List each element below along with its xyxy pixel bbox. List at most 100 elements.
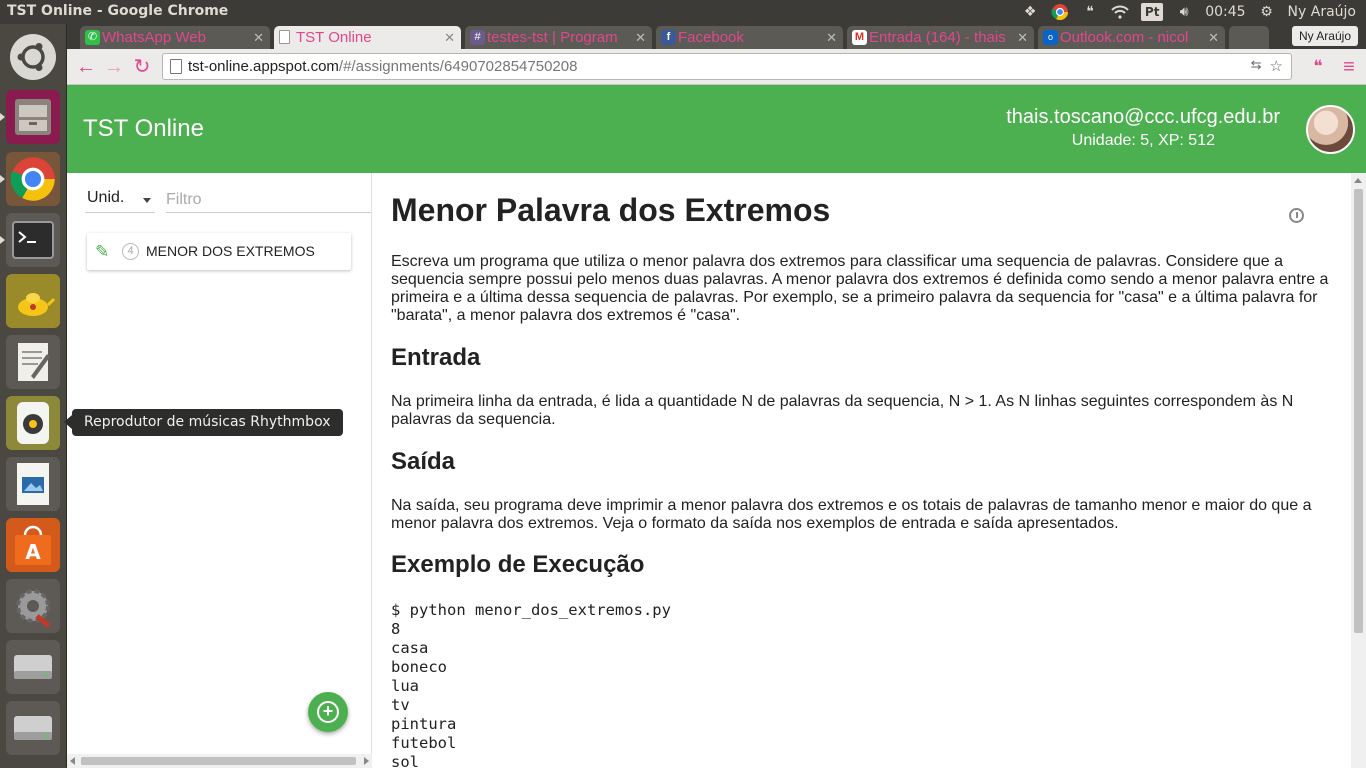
system-top-panel: TST Online - Google Chrome ❖ ❝ Pt 🔊︎ 00:… (0, 0, 1366, 24)
scroll-left-arrow-icon[interactable] (70, 757, 75, 765)
sidebar-horizontal-scrollbar[interactable] (67, 754, 372, 768)
drive-icon[interactable] (6, 640, 60, 694)
close-tab-icon[interactable]: ✕ (826, 26, 837, 49)
scroll-right-arrow-icon[interactable] (364, 757, 369, 765)
profile-button[interactable]: Ny Araújo (1291, 26, 1358, 46)
example-code-block: $ python menor_dos_extremos.py 8 casa bo… (391, 601, 671, 768)
bookmark-star-icon[interactable]: ☆ (1270, 57, 1283, 75)
session-user-name[interactable]: Ny Araújo (1288, 4, 1356, 20)
assignments-sidebar: Unid. ✎ 4 MENOR DOS EXTREMOS + (67, 173, 372, 768)
scrollbar-thumb[interactable] (81, 757, 356, 765)
app-title[interactable]: TST Online (83, 115, 204, 143)
add-button[interactable]: + (308, 692, 348, 732)
assignment-number-badge: 4 (122, 243, 139, 260)
genie-app-icon[interactable] (6, 274, 60, 328)
drive-icon-2[interactable] (6, 701, 60, 755)
tab-tst-online[interactable]: TST Online ✕ (274, 26, 461, 49)
history-clock-icon[interactable] (1289, 208, 1304, 223)
menu-hamburger-icon[interactable]: ≡ (1338, 56, 1360, 78)
scrollbar-thumb[interactable] (1354, 189, 1363, 633)
output-heading: Saída (391, 448, 456, 475)
files-app-icon[interactable] (0, 90, 60, 144)
translate-icon[interactable]: ⇆ (1251, 57, 1262, 75)
new-tab-button[interactable] (1229, 26, 1269, 49)
page-icon (279, 30, 290, 44)
scroll-up-arrow-icon[interactable] (1354, 178, 1362, 183)
page-vertical-scrollbar[interactable] (1351, 173, 1366, 768)
tab-whatsapp[interactable]: ✆ WhatsApp Web ✕ (80, 26, 270, 49)
tab-label: TST Online (296, 29, 372, 46)
input-heading: Entrada (391, 344, 481, 371)
close-tab-icon[interactable]: ✕ (1208, 26, 1219, 49)
unit-select-label: Unid. (87, 189, 125, 206)
close-tab-icon[interactable]: ✕ (253, 26, 264, 49)
user-email: thais.toscano@ccc.ufcg.edu.br (1006, 106, 1280, 128)
url-text[interactable]: tst-online.appspot.com/#/assignments/649… (188, 58, 577, 75)
unit-select[interactable]: Unid. (87, 189, 155, 213)
ubuntu-dash-icon[interactable] (6, 30, 60, 84)
reload-icon[interactable]: ↻ (131, 56, 153, 78)
address-bar-actions: ⇆ ☆ (1251, 57, 1283, 75)
example-heading: Exemplo de Execução (391, 551, 645, 578)
output-description: Na saída, seu programa deve imprimir a m… (391, 497, 1312, 532)
window-title: TST Online - Google Chrome (7, 3, 229, 19)
system-tray: ❖ ❝ Pt 🔊︎ 00:45 ⚙ Ny Araújo (1021, 0, 1356, 24)
chevron-down-icon (143, 198, 151, 203)
dropbox-icon[interactable]: ❖ (1021, 3, 1039, 21)
app-header: TST Online thais.toscano@ccc.ufcg.edu.br… (67, 85, 1366, 173)
close-tab-icon[interactable]: ✕ (444, 26, 455, 49)
close-tab-icon[interactable]: ✕ (1017, 26, 1028, 49)
browser-toolbar: ← → ↻ tst-online.appspot.com/#/assignmen… (67, 49, 1366, 85)
terminal-app-icon[interactable] (0, 213, 60, 267)
tab-gmail[interactable]: M Entrada (164) - thais ✕ (847, 26, 1034, 49)
back-arrow-icon[interactable]: ← (75, 56, 97, 78)
assignment-description: Escreva um programa que utiliza o menor … (391, 253, 1329, 324)
chat-bubble-icon[interactable]: ❝ (1081, 3, 1099, 21)
tab-label: testes-tst | Program (487, 29, 618, 46)
assignment-title: Menor Palavra dos Extremos (391, 192, 831, 228)
tab-label: Facebook (678, 29, 744, 46)
browser-tab-strip: ✆ WhatsApp Web ✕ TST Online ✕ # testes-t… (67, 24, 1366, 49)
extension-chat-icon[interactable]: ❝ (1307, 56, 1329, 78)
assignment-label: MENOR DOS EXTREMOS (146, 243, 315, 259)
avatar[interactable] (1306, 105, 1355, 154)
tab-outlook[interactable]: o Outlook.com - nicol ✕ (1038, 26, 1225, 49)
filter-input[interactable] (166, 187, 371, 213)
chrome-app-icon[interactable] (0, 152, 60, 206)
user-stats: Unidade: 5, XP: 512 (1071, 132, 1215, 149)
clock[interactable]: 00:45 (1205, 4, 1245, 20)
launcher-tooltip: Reprodutor de músicas Rhythmbox (64, 409, 343, 436)
keyboard-layout-indicator[interactable]: Pt (1141, 3, 1164, 21)
hash-icon: # (470, 30, 485, 45)
unit-select-underline (85, 212, 155, 213)
tab-testes-tst[interactable]: # testes-tst | Program ✕ (465, 26, 652, 49)
tab-label: Entrada (164) - thais (869, 29, 1006, 46)
close-tab-icon[interactable]: ✕ (635, 26, 646, 49)
chrome-tray-icon[interactable] (1051, 3, 1069, 21)
page-info-icon[interactable] (170, 59, 182, 74)
wifi-icon[interactable] (1111, 3, 1129, 21)
pencil-icon: ✎ (95, 242, 110, 261)
assignment-list-item[interactable]: ✎ 4 MENOR DOS EXTREMOS (87, 233, 351, 270)
tab-facebook[interactable]: f Facebook ✕ (656, 26, 843, 49)
gmail-icon: M (852, 30, 867, 45)
outlook-icon: o (1043, 30, 1058, 45)
plus-icon: + (317, 701, 339, 723)
whatsapp-icon: ✆ (85, 30, 100, 45)
gear-icon[interactable]: ⚙ (1258, 3, 1276, 21)
text-editor-app-icon[interactable] (6, 335, 60, 389)
input-description: Na primeira linha da entrada, é lida a q… (391, 393, 1294, 428)
tab-label: Outlook.com - nicol (1060, 29, 1189, 46)
address-bar[interactable]: tst-online.appspot.com/#/assignments/649… (162, 53, 1292, 80)
unity-launcher: A (0, 24, 67, 768)
facebook-icon: f (661, 30, 676, 45)
rhythmbox-app-icon[interactable] (6, 396, 60, 450)
forward-arrow-icon[interactable]: → (103, 56, 125, 78)
tab-label: WhatsApp Web (102, 29, 206, 46)
software-center-app-icon[interactable]: A (6, 518, 60, 572)
assignment-content: Menor Palavra dos Extremos Escreva um pr… (391, 173, 1351, 768)
svg-text:A: A (25, 540, 41, 564)
volume-icon[interactable]: 🔊︎ (1175, 3, 1193, 21)
system-settings-app-icon[interactable] (6, 579, 60, 633)
impress-app-icon[interactable] (6, 457, 60, 511)
